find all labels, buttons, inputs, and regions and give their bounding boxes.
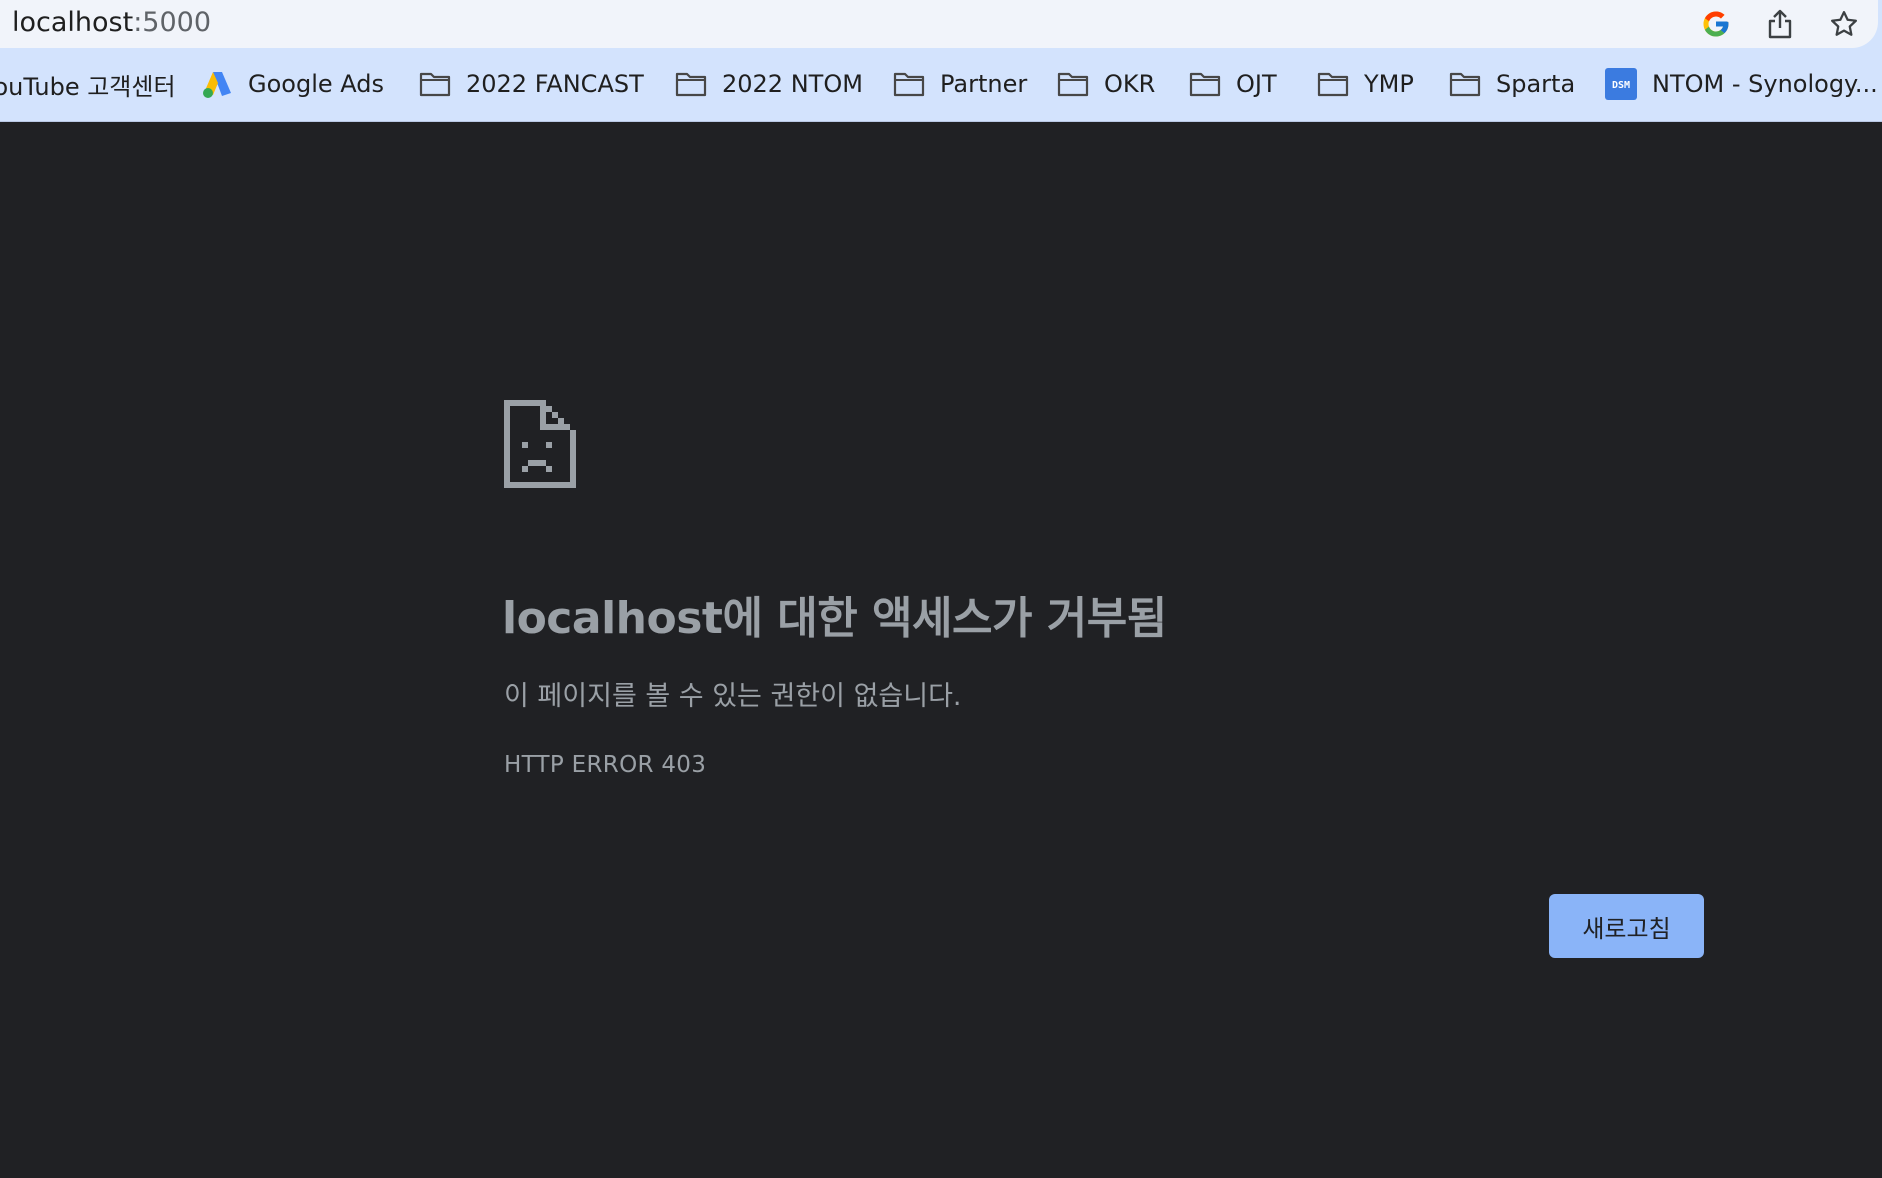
bookmark-folder-partner[interactable]: Partner — [892, 48, 1027, 120]
sad-file-icon — [504, 400, 576, 488]
bookmark-label: 2022 FANCAST — [466, 70, 644, 98]
folder-icon — [674, 69, 708, 99]
bookmark-label: OKR — [1104, 70, 1156, 98]
folder-icon — [1448, 69, 1482, 99]
error-code: HTTP ERROR 403 — [504, 752, 707, 778]
browser-toolbar: localhost:5000 YouTube 고객센터 Google Ads 2… — [0, 0, 1882, 122]
reload-button[interactable]: 새로고침 — [1549, 894, 1704, 958]
url-text[interactable]: localhost:5000 — [12, 5, 211, 41]
svg-text:DSM: DSM — [1612, 80, 1630, 91]
address-bar[interactable]: localhost:5000 — [0, 0, 1878, 48]
error-page: localhost에 대한 액세스가 거부됨 이 페이지를 볼 수 있는 권한이… — [0, 122, 1882, 1178]
folder-icon — [892, 69, 926, 99]
bookmark-label: OJT — [1236, 70, 1277, 98]
bookmark-google-ads[interactable]: Google Ads — [200, 48, 384, 120]
url-port: :5000 — [133, 7, 212, 38]
folder-icon — [1188, 69, 1222, 99]
bookmark-folder-2022-ntom[interactable]: 2022 NTOM — [674, 48, 863, 120]
bookmark-label: YMP — [1364, 70, 1414, 98]
bookmark-label: Partner — [940, 70, 1028, 98]
bookmark-label: YouTube 고객센터 — [0, 72, 176, 101]
error-message: 이 페이지를 볼 수 있는 권한이 없습니다. — [504, 681, 962, 712]
bookmark-folder-ojt[interactable]: OJT — [1188, 48, 1277, 120]
bookmark-youtube-help[interactable]: YouTube 고객센터 — [0, 48, 176, 120]
bookmark-star-icon[interactable] — [1824, 4, 1864, 44]
bookmarks-bar: YouTube 고객센터 Google Ads 2022 FANCAST 202… — [0, 48, 1882, 120]
folder-icon — [1316, 69, 1350, 99]
bookmark-folder-2022-fancast[interactable]: 2022 FANCAST — [418, 48, 644, 120]
dsm-icon: DSM — [1604, 68, 1638, 100]
bookmark-label: Google Ads — [248, 70, 384, 98]
bookmark-ntom-synology[interactable]: DSM NTOM - Synology... — [1604, 48, 1878, 120]
bookmark-label: 2022 NTOM — [722, 70, 863, 98]
google-ads-icon — [200, 69, 234, 99]
url-host: localhost — [12, 7, 134, 38]
bookmark-folder-okr[interactable]: OKR — [1056, 48, 1155, 120]
folder-icon — [418, 69, 452, 99]
bookmark-folder-sparta[interactable]: Sparta — [1448, 48, 1575, 120]
google-icon[interactable] — [1696, 4, 1736, 44]
share-icon[interactable] — [1760, 4, 1800, 44]
bookmark-folder-ymp[interactable]: YMP — [1316, 48, 1414, 120]
folder-icon — [1056, 69, 1090, 99]
error-title: localhost에 대한 액세스가 거부됨 — [502, 593, 1167, 644]
bookmark-label: NTOM - Synology... — [1652, 70, 1878, 98]
bookmark-label: Sparta — [1496, 70, 1576, 98]
